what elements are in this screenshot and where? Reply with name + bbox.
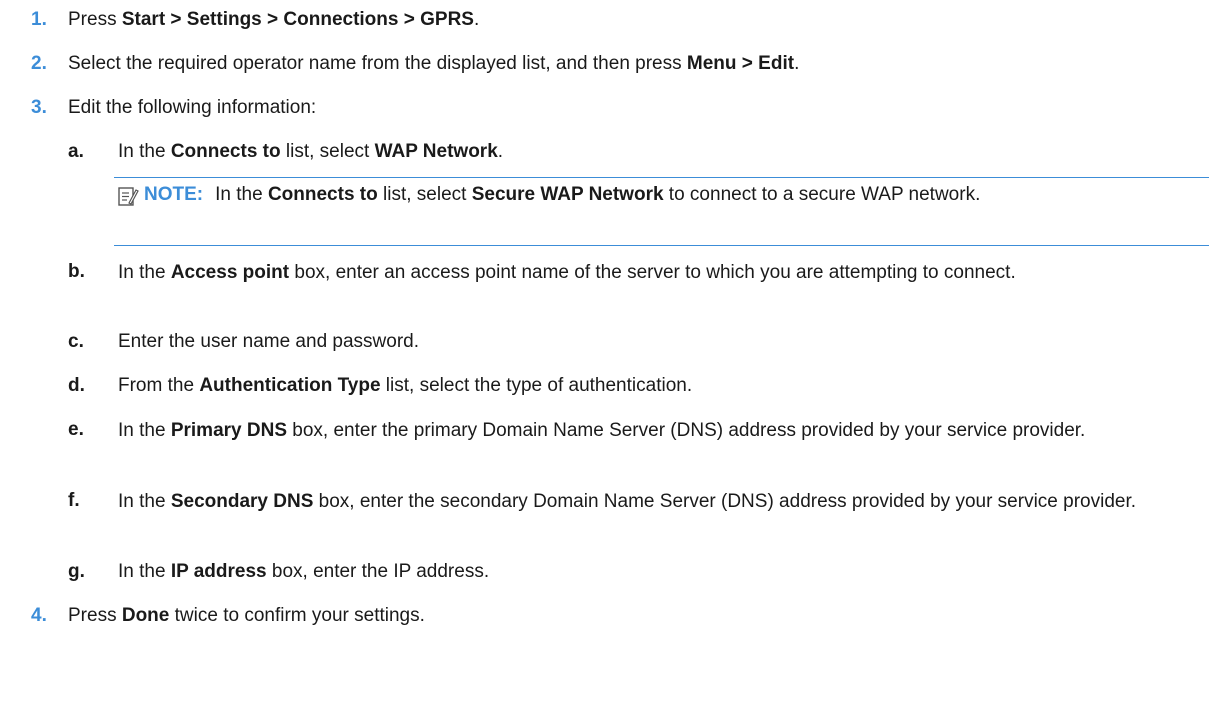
text-run-bold: Connects to (267, 184, 378, 205)
text-run: box, enter the primary Domain Name Serve… (287, 420, 1086, 441)
substep-letter: e. (68, 419, 84, 440)
text-run: From the (118, 375, 200, 396)
substep-letter: b. (68, 261, 85, 282)
note-text: NOTE: In the Connects to list, select Sec… (128, 182, 1198, 208)
text-run-bold: Secondary DNS (170, 491, 314, 512)
substep-letter: g. (68, 561, 85, 582)
text-run: Press (68, 9, 122, 30)
text-run: In the (118, 262, 171, 283)
substep-letter: c. (68, 331, 84, 352)
note-label: NOTE: (144, 184, 204, 205)
text-run: . (794, 53, 800, 74)
substep-text: In the Primary DNS box, enter the primar… (118, 417, 1198, 444)
step-text: Edit the following information: (68, 95, 316, 120)
text-run-bold: Menu > Edit (686, 53, 795, 74)
text-run: list, select (280, 141, 375, 162)
step-number: 1. (31, 9, 47, 30)
text-run-bold: Secure WAP Network (471, 184, 664, 205)
text-run: twice to confirm your settings. (169, 605, 425, 626)
step-text: Press Start > Settings > Connections > G… (68, 7, 479, 32)
text-run: . (473, 9, 480, 30)
text-run: Enter the user name and password. (118, 331, 420, 352)
note-box: NOTE: In the Connects to list, select Sec… (114, 177, 1209, 246)
substep-letter: f. (68, 490, 80, 511)
text-run: Edit the following information: (68, 97, 317, 118)
text-run: Press (68, 605, 122, 626)
text-run-bold: Access point (170, 262, 290, 283)
text-run: In the (118, 420, 171, 441)
step-text: Select the required operator name from t… (68, 51, 799, 76)
step-number: 2. (31, 53, 47, 74)
substep-text: In the Access point box, enter an access… (118, 259, 1198, 286)
text-run-bold: IP address (170, 561, 267, 582)
substep-text: From the Authentication Type list, selec… (118, 373, 1198, 398)
text-run: . (497, 141, 504, 162)
text-run-bold: Done (121, 605, 170, 626)
text-run: Select the required operator name from t… (68, 53, 687, 74)
text-run-bold: Authentication Type (199, 375, 381, 396)
text-run-bold: WAP Network (374, 141, 498, 162)
substep-letter: d. (68, 375, 85, 396)
text-run: box, enter the secondary Domain Name Ser… (313, 491, 1137, 512)
substep-text: In the IP address box, enter the IP addr… (118, 559, 1198, 584)
substep-text: In the Secondary DNS box, enter the seco… (118, 488, 1198, 515)
text-run-bold: Connects to (170, 141, 281, 162)
step-number: 3. (31, 97, 47, 118)
substep-text: Enter the user name and password. (118, 329, 1198, 354)
text-run: to connect to a secure WAP network. (663, 184, 981, 205)
text-run: box, enter the IP address. (266, 561, 490, 582)
substep-text: In the Connects to list, select WAP Netw… (118, 139, 1198, 164)
text-run-bold: Start > Settings > Connections > GPRS (121, 9, 474, 30)
text-run-bold: Primary DNS (170, 420, 287, 441)
text-run: box, enter an access point name of the s… (289, 262, 1016, 283)
text-run: In the (118, 141, 171, 162)
text-run: list, select the type of authentication. (380, 375, 693, 396)
step-number: 4. (31, 605, 47, 626)
text-run: In the (118, 561, 171, 582)
substep-letter: a. (68, 141, 84, 162)
text-run: In the (118, 491, 171, 512)
step-text: Press Done twice to confirm your setting… (68, 603, 425, 628)
text-run: In the (215, 184, 268, 205)
text-run: list, select (377, 184, 472, 205)
